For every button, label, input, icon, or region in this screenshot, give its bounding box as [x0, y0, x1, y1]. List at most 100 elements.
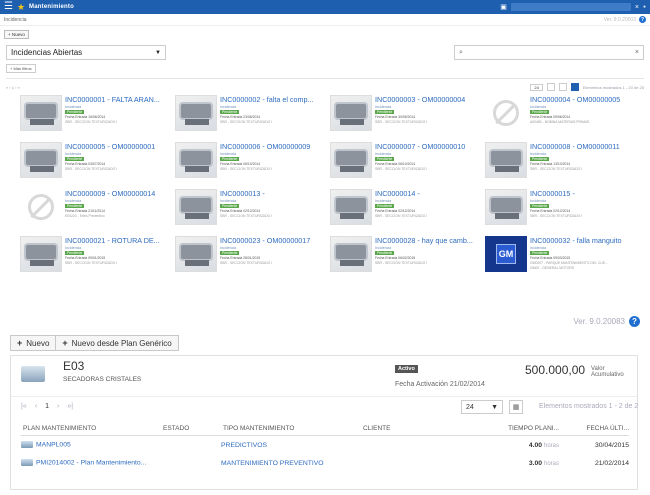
incident-thumbnail [485, 95, 527, 131]
last-page-button[interactable]: »| [67, 403, 73, 410]
incident-date: Fecha Entrada 02/12/2014 [220, 209, 261, 213]
page-size-select[interactable]: 24 [530, 83, 543, 91]
incident-title[interactable]: INC0000009 - OM00000014 [65, 189, 155, 198]
incident-location: SBR - SECCION TEXTURIZADO I [375, 261, 428, 265]
incident-card[interactable]: GM INC0000032 - falla manguito Incidencia P… [483, 234, 638, 279]
menu-icon[interactable]: ☰ [4, 2, 13, 12]
incident-card[interactable]: INC0000005 - OM00000001 Incidencia Pendien… [18, 140, 173, 185]
incident-title[interactable]: INC0000015 - [530, 189, 582, 198]
incident-card[interactable]: INC0000021 - ROTURA DE... Incidencia Pendi… [18, 234, 173, 279]
incident-title[interactable]: INC0000005 - OM00000001 [65, 142, 155, 151]
incident-title[interactable]: INC0000004 - OM00000005 [530, 95, 620, 104]
column-header-plan[interactable]: PLAN MANTENIMIENTO [21, 425, 161, 432]
incident-title[interactable]: INC0000028 - hay que camb... [375, 236, 473, 245]
column-header-fecha[interactable]: FECHA ÚLTI... [559, 425, 630, 432]
new-from-plan-button[interactable]: + Nuevo desde Plan Genérico [56, 335, 179, 351]
incident-card[interactable]: INC0000028 - hay que camb... Incidencia Pe… [328, 234, 483, 279]
search-input[interactable]: ⌕ × [454, 45, 644, 60]
export-icon[interactable] [546, 83, 555, 91]
view-select-value: Incidencias Abiertas [11, 48, 83, 57]
incident-card[interactable]: INC0000002 - falta el comp... Incidencia P… [173, 93, 328, 138]
incident-card[interactable]: INC0000014 - Incidencia Pendiente Fecha Ent… [328, 187, 483, 232]
no-image-icon [28, 194, 54, 220]
accumulated-value-label: Valor Acumulativo [591, 366, 624, 378]
plan-link[interactable]: MANPL005 [21, 441, 161, 449]
tiempo-unit: horas [543, 460, 559, 467]
plan-name[interactable]: PMI2014002 - Plan Mantenimiento... [36, 460, 146, 467]
table-row[interactable]: MANPL005 PREDICTIVOS 4.00 horas 30/04/2015 [21, 436, 629, 454]
status-badge: Pendiente [65, 251, 85, 255]
incident-title[interactable]: INC0000021 - ROTURA DE... [65, 236, 160, 245]
new-incident-button[interactable]: + Nuevo [4, 30, 29, 39]
incident-title[interactable]: INC0000032 - falla manguito [530, 236, 622, 245]
pager-controls[interactable]: « ‹ 1 › » [6, 85, 20, 90]
clear-search-icon[interactable]: × [635, 49, 639, 56]
plan-tipo[interactable]: MANTENIMIENTO PREVENTIVO [221, 460, 361, 467]
incident-info: INC0000008 - OM00000011 Incidencia Pendien… [530, 142, 620, 183]
help-icon[interactable]: ? [629, 316, 640, 327]
star-icon[interactable]: ★ [17, 2, 25, 13]
incident-title[interactable]: INC0000002 - falta el comp... [220, 95, 314, 104]
next-page-button[interactable]: › [57, 403, 59, 410]
incident-date: Fecha Entrada 02/12/2014 [530, 209, 571, 213]
incident-title[interactable]: INC0000001 - FALTA ARAN... [65, 95, 160, 104]
incident-type: Incidencia [220, 152, 237, 156]
incident-location: SBR - SECCION TEXTURIZADO I [220, 214, 273, 218]
new-button[interactable]: + Nuevo [10, 335, 57, 351]
view-select[interactable]: Incidencias Abiertas ▼ [6, 45, 166, 60]
table-row[interactable]: PMI2014002 - Plan Mantenimiento... MANTEN… [21, 454, 629, 472]
incident-type: Incidencia [375, 152, 392, 156]
page-size-select[interactable]: 24 ▼ [461, 400, 503, 414]
incident-title[interactable]: INC0000013 - [220, 189, 272, 198]
tiempo-unit: horas [543, 442, 559, 449]
incident-card[interactable]: INC0000006 - OM00000009 Incidencia Pendien… [173, 140, 328, 185]
incident-title[interactable]: INC0000007 - OM00000010 [375, 142, 465, 151]
more-filters-button[interactable]: + Más filtros [6, 64, 36, 73]
global-search[interactable] [510, 3, 631, 11]
incident-card[interactable]: INC0000001 - FALTA ARAN... Incidencia Pend… [18, 93, 173, 138]
column-header-estado[interactable]: ESTADO [161, 425, 221, 432]
incident-thumbnail [175, 142, 217, 178]
incident-card[interactable]: INC0000008 - OM00000011 Incidencia Pendien… [483, 140, 638, 185]
incident-title[interactable]: INC0000003 - OM00000004 [375, 95, 465, 104]
current-page[interactable]: 1 [45, 403, 49, 410]
incident-location: GM0007 - PARQUE MANTENIMIENTO DEL CLIE..… [530, 261, 609, 265]
incident-card[interactable]: INC0000023 - OM00000017 Incidencia Pendien… [173, 234, 328, 279]
incident-title[interactable]: INC0000014 - [375, 189, 427, 198]
column-header-tiempo[interactable]: TIEMPO PLANI... [491, 425, 559, 432]
list-view-icon[interactable] [558, 83, 567, 91]
gm-logo-icon: GM [496, 244, 516, 264]
first-page-button[interactable]: |« [21, 403, 27, 410]
plan-link[interactable]: PMI2014002 - Plan Mantenimiento... [21, 459, 161, 467]
grid-view-icon[interactable] [570, 83, 579, 91]
incident-thumbnail [485, 189, 527, 225]
incident-title[interactable]: INC0000006 - OM00000009 [220, 142, 310, 151]
user-avatar[interactable]: ● [643, 4, 646, 10]
incident-card[interactable]: INC0000015 - Incidencia Pendiente Fecha Ent… [483, 187, 638, 232]
incident-card[interactable]: INC0000013 - Incidencia Pendiente Fecha Ent… [173, 187, 328, 232]
export-icon[interactable]: ▦ [509, 400, 523, 414]
incident-card[interactable]: INC0000007 - OM00000010 Incidencia Pendien… [328, 140, 483, 185]
status-badge: Pendiente [530, 204, 550, 208]
column-header-tipo[interactable]: TIPO MANTENIMIENTO [221, 425, 361, 432]
help-icon[interactable]: ? [639, 16, 646, 23]
column-header-cliente[interactable]: CLIENTE [361, 425, 491, 432]
status-badge: Pendiente [220, 204, 240, 208]
incident-card[interactable]: INC0000004 - OM00000005 Incidencia Pendien… [483, 93, 638, 138]
incident-card[interactable]: INC0000003 - OM00000004 Incidencia Pendien… [328, 93, 483, 138]
incident-title[interactable]: INC0000023 - OM00000017 [220, 236, 310, 245]
status-badge: Pendiente [375, 110, 395, 114]
incident-title[interactable]: INC0000008 - OM00000011 [530, 142, 620, 151]
app-header: ☰ ★ Mantenimiento ▣ × ● [0, 0, 650, 14]
incident-card[interactable]: INC0000009 - OM00000014 Incidencia Pendien… [18, 187, 173, 232]
breadcrumb-current[interactable]: Incidencia [4, 17, 27, 23]
prev-page-button[interactable]: ‹ [35, 403, 37, 410]
plan-name[interactable]: MANPL005 [36, 442, 71, 449]
notifications-icon[interactable]: ▣ [500, 3, 507, 11]
incident-date: Fecha Entrada 03/07/2014 [65, 162, 106, 166]
plan-tipo[interactable]: PREDICTIVOS [221, 442, 361, 449]
close-icon[interactable]: × [635, 4, 639, 11]
search-icon: ⌕ [459, 48, 463, 56]
status-badge: Pendiente [220, 157, 240, 161]
incident-thumbnail [330, 189, 372, 225]
